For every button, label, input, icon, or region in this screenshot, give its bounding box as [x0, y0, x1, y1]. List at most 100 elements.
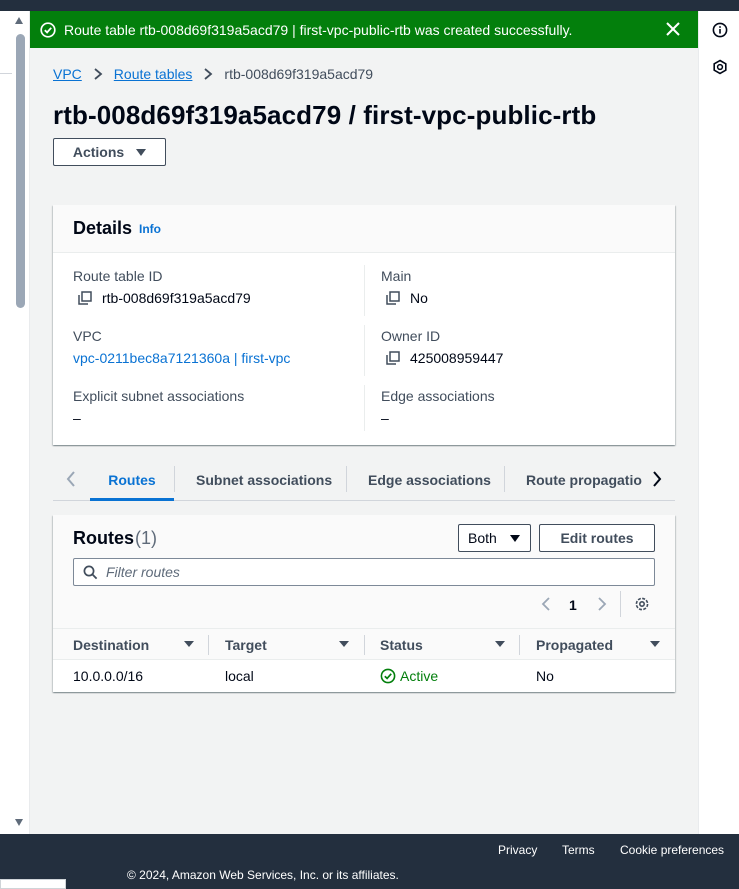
sort-caret-icon[interactable] — [339, 641, 349, 647]
check-circle-icon — [380, 668, 396, 684]
owner-id: 425008959447 — [410, 350, 504, 366]
check-circle-icon — [40, 21, 56, 38]
left-panel-gutter — [0, 11, 30, 834]
route-propagated: No — [536, 668, 554, 684]
vertical-scrollbar-thumb[interactable] — [16, 34, 25, 308]
column-divider[interactable] — [519, 635, 520, 655]
sort-caret-icon[interactable] — [184, 641, 194, 647]
tab-route-propagation[interactable]: Route propagatio — [526, 460, 642, 500]
route-filter-select-value: Both — [468, 530, 497, 546]
vpc-link[interactable]: vpc-0211bec8a7121360a | first-vpc — [73, 350, 290, 366]
chevron-right-icon — [94, 68, 103, 80]
tab-route-propagation-label: Route propagatio — [526, 472, 642, 488]
route-status: Active — [380, 668, 438, 684]
column-divider — [364, 265, 365, 316]
filter-routes-input[interactable]: Filter routes — [73, 558, 655, 586]
column-divider — [364, 325, 365, 376]
route-table-id-label: Route table ID — [73, 268, 163, 284]
footer-cookie-preferences-link[interactable]: Cookie preferences — [620, 843, 724, 857]
route-table-id-value: rtb-008d69f319a5acd79 — [78, 290, 251, 306]
vpc-label: VPC — [73, 328, 102, 344]
tab-separator — [346, 466, 347, 492]
tab-subnet-associations[interactable]: Subnet associations — [196, 460, 332, 500]
details-header: Details Info — [53, 205, 675, 253]
caret-down-icon — [136, 148, 147, 156]
tab-edge-associations[interactable]: Edge associations — [368, 460, 491, 500]
sort-caret-icon[interactable] — [650, 641, 660, 647]
edge-associations-label: Edge associations — [381, 388, 495, 404]
column-divider[interactable] — [364, 635, 365, 655]
copy-icon[interactable] — [386, 351, 400, 365]
details-container: Details Info Route table ID rtb-008d69f3… — [53, 205, 675, 445]
route-target: local — [225, 668, 254, 684]
actions-label: Actions — [72, 144, 125, 160]
filter-routes-placeholder: Filter routes — [106, 564, 180, 580]
info-link[interactable]: Info — [139, 222, 161, 236]
tools-rail — [698, 11, 739, 834]
taskbar-fragment — [0, 879, 66, 889]
scroll-up-arrow-icon[interactable] — [15, 17, 23, 24]
current-page[interactable]: 1 — [569, 597, 577, 613]
success-flashbar: Route table rtb-008d69f319a5acd79 | firs… — [30, 11, 698, 48]
routes-table-header: Destination Target Status Propagated — [53, 628, 675, 660]
caret-down-icon — [510, 535, 520, 542]
explicit-subnet-value: – — [73, 410, 81, 426]
main-value: No — [386, 290, 428, 306]
details-title: Details — [73, 218, 133, 238]
copy-icon[interactable] — [78, 291, 92, 305]
route-filter-select[interactable]: Both — [458, 524, 531, 552]
tab-separator — [174, 466, 175, 492]
edit-routes-button[interactable]: Edit routes — [539, 524, 655, 552]
route-destination: 10.0.0.0/16 — [73, 668, 144, 684]
footer-privacy-link[interactable]: Privacy — [498, 843, 537, 857]
footer-copyright: © 2024, Amazon Web Services, Inc. or its… — [127, 868, 399, 882]
routes-container: Routes (1) Both Edit routes Filter route… — [53, 515, 675, 692]
tab-subnet-associations-label: Subnet associations — [196, 472, 333, 488]
page-title: rtb-008d69f319a5acd79 / first-vpc-public… — [53, 100, 597, 130]
tab-routes-label: Routes — [108, 472, 156, 488]
chevron-right-icon[interactable] — [595, 596, 609, 612]
routes-count: (1) — [135, 528, 157, 548]
main: No — [410, 290, 428, 306]
left-panel-edge — [0, 73, 12, 74]
column-divider — [364, 385, 365, 431]
route-table-id: rtb-008d69f319a5acd79 — [102, 290, 251, 306]
explicit-subnet-label: Explicit subnet associations — [73, 388, 245, 404]
pager-divider — [620, 591, 621, 617]
column-divider[interactable] — [208, 635, 209, 655]
gear-icon[interactable] — [633, 595, 651, 613]
owner-id-label: Owner ID — [381, 328, 441, 344]
actions-dropdown-button[interactable]: Actions — [53, 138, 166, 166]
copy-icon[interactable] — [386, 291, 400, 305]
footer: Privacy Terms Cookie preferences © 2024,… — [0, 834, 739, 889]
tab-routes[interactable]: Routes — [90, 460, 174, 501]
edge-associations-value: – — [381, 410, 389, 426]
column-status[interactable]: Status — [380, 637, 423, 653]
breadcrumb-current: rtb-008d69f319a5acd79 — [224, 66, 374, 82]
main-label: Main — [381, 268, 412, 284]
breadcrumb-vpc[interactable]: VPC — [53, 66, 82, 82]
close-icon[interactable] — [664, 20, 682, 38]
routes-title: Routes — [73, 528, 135, 548]
tab-edge-associations-label: Edge associations — [368, 472, 491, 488]
scroll-down-arrow-icon[interactable] — [15, 819, 23, 826]
top-nav-strip — [0, 0, 739, 11]
column-propagated[interactable]: Propagated — [536, 637, 613, 653]
chevron-right-icon — [204, 68, 213, 80]
footer-terms-link[interactable]: Terms — [562, 843, 595, 857]
owner-id-value: 425008959447 — [386, 350, 503, 366]
hexagon-icon[interactable] — [712, 59, 728, 75]
sort-caret-icon[interactable] — [495, 641, 505, 647]
chevron-left-icon[interactable] — [539, 596, 553, 612]
chevron-right-icon[interactable] — [647, 468, 667, 490]
search-icon — [83, 565, 98, 580]
route-status-text: Active — [400, 668, 439, 684]
breadcrumb: VPC Route tables rtb-008d69f319a5acd79 — [53, 66, 373, 82]
chevron-left-icon[interactable] — [61, 468, 81, 490]
column-target[interactable]: Target — [225, 637, 267, 653]
info-circle-icon[interactable] — [712, 22, 728, 38]
tab-separator — [504, 466, 505, 492]
flash-message: Route table rtb-008d69f319a5acd79 | firs… — [64, 21, 573, 38]
column-destination[interactable]: Destination — [73, 637, 149, 653]
breadcrumb-route-tables[interactable]: Route tables — [114, 66, 193, 82]
